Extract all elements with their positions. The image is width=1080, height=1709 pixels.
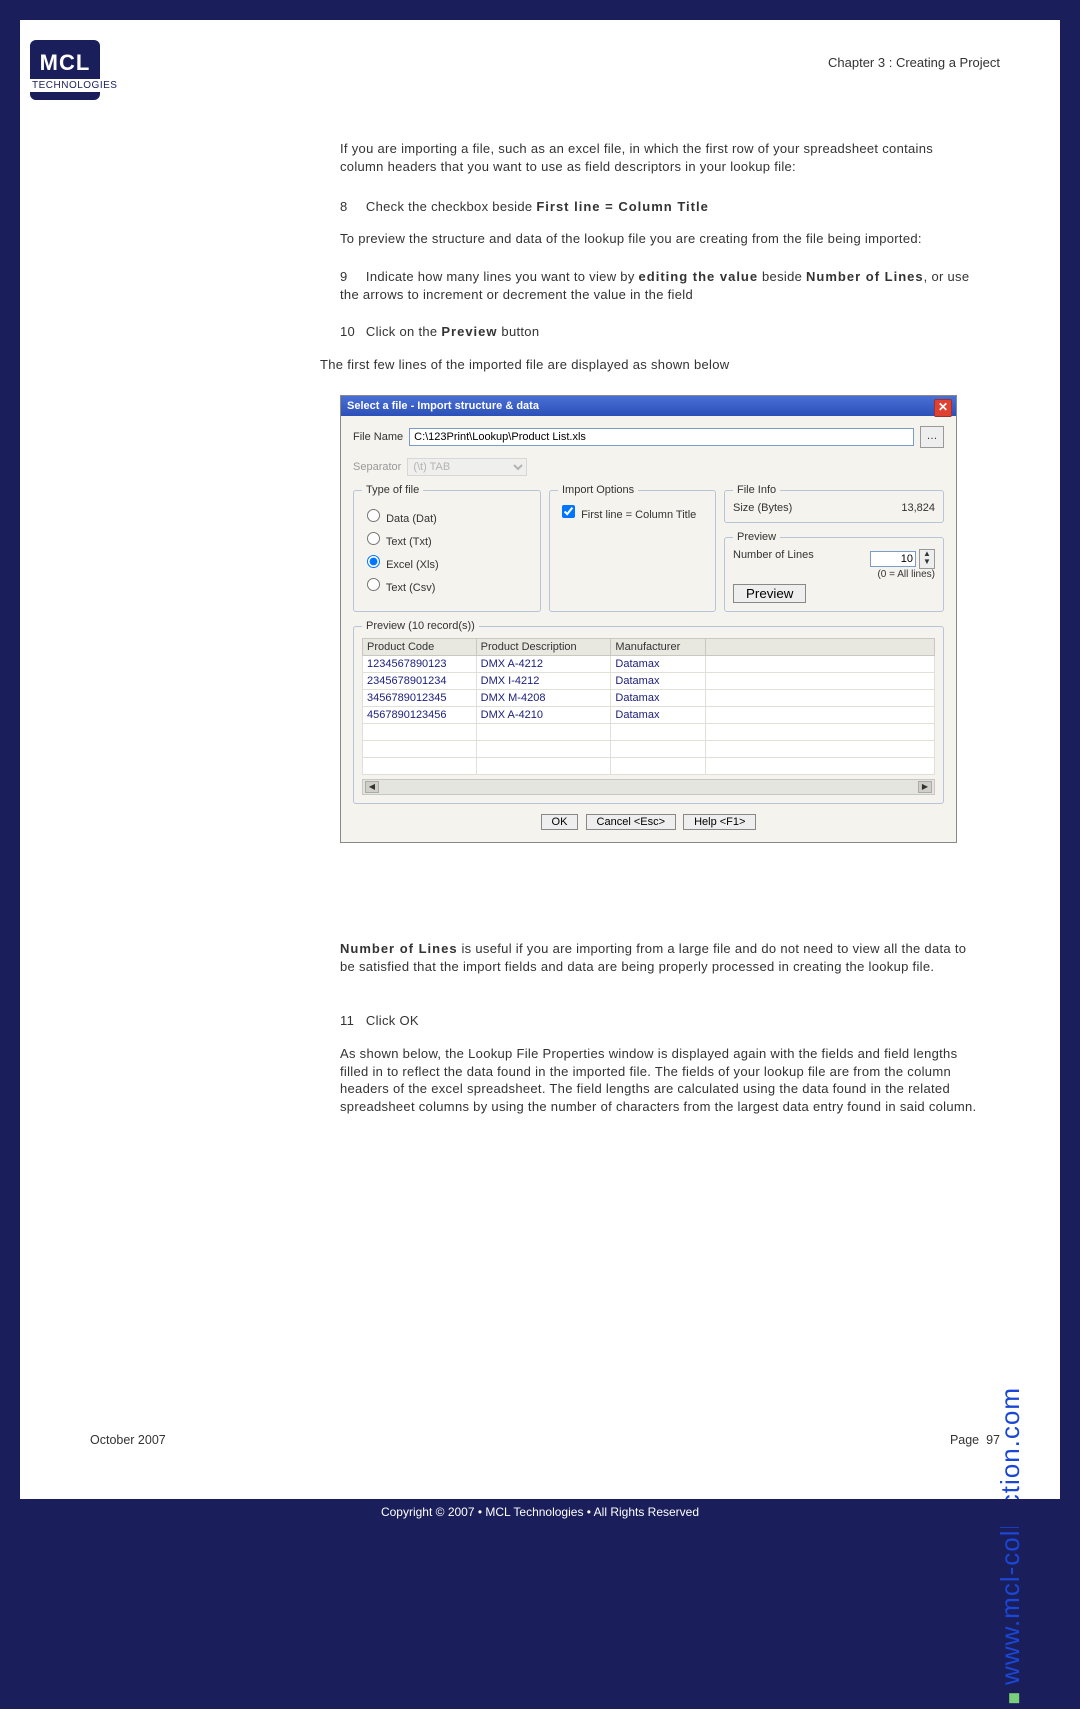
step-10-text-a: Click on the: [366, 324, 441, 339]
footer-page: Page 97: [950, 1433, 1000, 1447]
table-row[interactable]: 2345678901234DMX I-4212Datamax: [363, 673, 935, 690]
type-radio-xls[interactable]: Excel (Xls): [362, 552, 532, 571]
url-bullet-icon: [1009, 1693, 1019, 1703]
table-row[interactable]: 4567890123456DMX A-4210Datamax: [363, 707, 935, 724]
preview-records-group: Preview (10 record(s)) Product Code Prod…: [353, 620, 944, 804]
step-8-text-a: Check the checkbox beside: [366, 199, 536, 214]
dialog-titlebar: Select a file - Import structure & data …: [341, 396, 956, 416]
table-row: [363, 724, 935, 741]
logo-sub: TECHNOLOGIES: [30, 79, 119, 92]
preview-legend: Preview: [733, 531, 780, 543]
step-10-text-c: button: [498, 324, 540, 339]
separator-select: (\t) TAB: [407, 458, 527, 476]
scroll-right-icon[interactable]: ▶: [918, 781, 932, 793]
step-9-num: 9: [340, 268, 362, 286]
separator-label: Separator: [353, 461, 401, 473]
preview-button[interactable]: Preview: [733, 584, 806, 603]
import-dialog: Select a file - Import structure & data …: [340, 395, 957, 843]
step-9-text-a: Indicate how many lines you want to view…: [366, 269, 639, 284]
step-11-num: 11: [340, 1012, 362, 1030]
step-9-text-c: beside: [758, 269, 806, 284]
col-manufacturer[interactable]: Manufacturer: [611, 639, 706, 656]
preview-group: Preview Number of Lines ▲▼ (0 = All line…: [724, 531, 944, 612]
first-line-checkbox[interactable]: First line = Column Title: [558, 509, 696, 521]
step-8-text-b: First line = Column Title: [536, 199, 708, 214]
type-radio-dat[interactable]: Data (Dat): [362, 506, 532, 525]
horizontal-scrollbar[interactable]: ◀ ▶: [362, 779, 935, 795]
ok-button[interactable]: OK: [541, 814, 579, 830]
size-label: Size (Bytes): [733, 502, 792, 514]
table-row[interactable]: 1234567890123DMX A-4212Datamax: [363, 656, 935, 673]
step-8-num: 8: [340, 198, 362, 216]
import-options-legend: Import Options: [558, 484, 638, 496]
type-radio-txt[interactable]: Text (Txt): [362, 529, 532, 548]
preview-records-legend: Preview (10 record(s)): [362, 620, 479, 632]
col-product-desc[interactable]: Product Description: [476, 639, 611, 656]
type-radio-csv[interactable]: Text (Csv): [362, 575, 532, 594]
file-info-legend: File Info: [733, 484, 780, 496]
close-icon[interactable]: ✕: [934, 399, 952, 417]
chapter-title: Chapter 3 : Creating a Project: [828, 55, 1000, 70]
help-button[interactable]: Help <F1>: [683, 814, 756, 830]
browse-button[interactable]: …: [920, 426, 944, 448]
numlines-input[interactable]: [870, 551, 916, 567]
table-row: [363, 741, 935, 758]
file-name-label: File Name: [353, 431, 403, 443]
numlines-label: Number of Lines: [733, 549, 814, 569]
footer-date: October 2007: [90, 1433, 166, 1447]
scroll-left-icon[interactable]: ◀: [365, 781, 379, 793]
type-of-file-legend: Type of file: [362, 484, 423, 496]
step-10-text-b: Preview: [441, 324, 497, 339]
numlines-note: (0 = All lines): [733, 569, 935, 580]
para4-bold: Number of Lines: [340, 941, 458, 956]
size-value: 13,824: [901, 502, 935, 514]
paragraph-2: To preview the structure and data of the…: [340, 230, 980, 248]
preview-table: Product Code Product Description Manufac…: [362, 638, 935, 775]
paragraph-5: As shown below, the Lookup File Properti…: [340, 1045, 980, 1115]
file-name-input[interactable]: [409, 428, 914, 446]
file-info-group: File Info Size (Bytes) 13,824: [724, 484, 944, 523]
table-row[interactable]: 3456789012345DMX M-4208Datamax: [363, 690, 935, 707]
import-options-group: Import Options First line = Column Title: [549, 484, 716, 612]
brand-logo: MCL TECHNOLOGIES: [30, 40, 100, 100]
step-9-text-b: editing the value: [639, 269, 759, 284]
step-11-text: Click OK: [366, 1013, 419, 1028]
table-row: [363, 758, 935, 775]
cancel-button[interactable]: Cancel <Esc>: [586, 814, 676, 830]
logo-main: MCL: [30, 40, 100, 76]
type-of-file-group: Type of file Data (Dat) Text (Txt) Excel…: [353, 484, 541, 612]
paragraph-3: The first few lines of the imported file…: [320, 356, 980, 374]
step-10-num: 10: [340, 323, 362, 341]
paragraph-1: If you are importing a file, such as an …: [340, 140, 980, 175]
copyright-bar: Copyright © 2007 • MCL Technologies • Al…: [0, 1499, 1080, 1527]
col-product-code[interactable]: Product Code: [363, 639, 477, 656]
dialog-title: Select a file - Import structure & data: [347, 400, 539, 412]
step-9-text-d: Number of Lines: [806, 269, 924, 284]
numlines-stepper[interactable]: ▲▼: [919, 549, 935, 569]
